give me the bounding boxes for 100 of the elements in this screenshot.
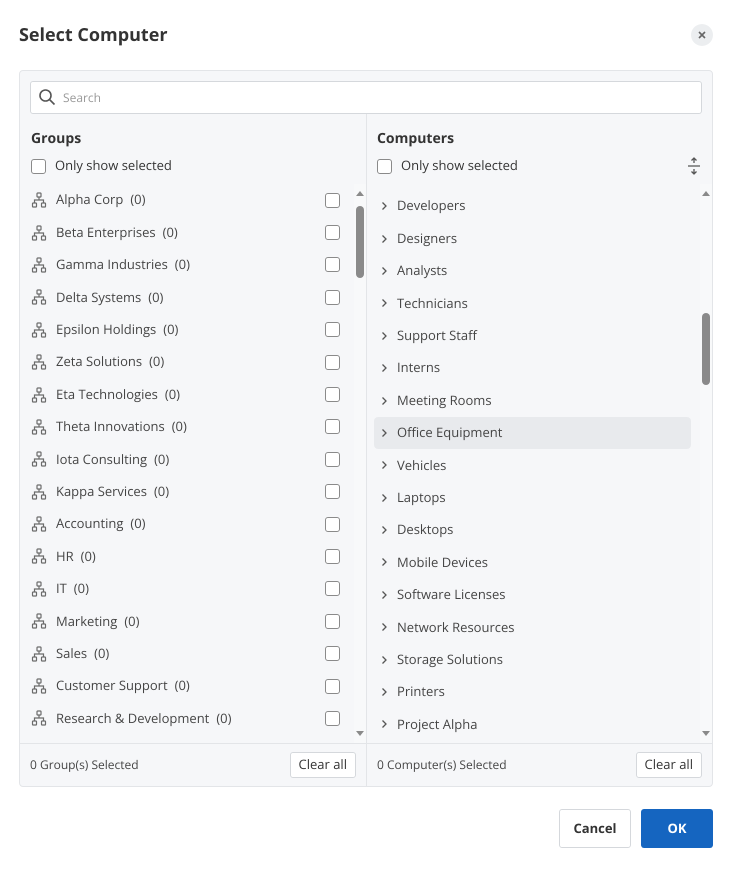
chevron-right-icon[interactable] (380, 687, 388, 698)
computer-group-row[interactable]: Interns (374, 352, 691, 384)
chevron-right-icon[interactable] (380, 590, 388, 600)
checkbox[interactable] (325, 581, 340, 596)
group-row[interactable]: Epsilon Holdings (0) (31, 314, 340, 346)
clear-all-button[interactable]: Clear all (636, 752, 702, 778)
checkbox[interactable] (325, 354, 340, 370)
hierarchy-icon (31, 224, 47, 241)
computer-group-row[interactable]: Vehicles (374, 449, 691, 482)
close-button[interactable] (691, 24, 713, 46)
group-row[interactable]: Theta Innovations (0) (31, 410, 340, 444)
checkbox[interactable] (325, 646, 340, 662)
ok-button[interactable]: OK (641, 809, 713, 848)
computer-group-name: Mobile Devices (397, 552, 488, 572)
checkbox[interactable] (325, 387, 340, 402)
checkbox[interactable] (325, 710, 340, 726)
computer-group-row[interactable]: Designers (374, 222, 691, 255)
group-row[interactable]: Alpha Corp (0) (31, 184, 340, 216)
clear-all-button[interactable]: Clear all (290, 752, 356, 778)
computer-group-row[interactable]: Support Staff (374, 320, 691, 352)
computer-group-row[interactable]: Laptops (374, 482, 691, 514)
checkbox[interactable] (325, 225, 340, 240)
checkbox[interactable] (325, 322, 340, 338)
scrollbar-thumb[interactable] (702, 313, 710, 385)
checkbox[interactable] (325, 548, 340, 564)
scroll-down-icon[interactable] (355, 731, 365, 737)
group-row[interactable]: Zeta Solutions (0) (31, 346, 340, 378)
chevron-right-icon[interactable] (380, 654, 388, 665)
group-row[interactable]: Delta Systems (0) (31, 281, 340, 314)
search-field[interactable]: Search (30, 81, 702, 114)
group-row[interactable]: Customer Support (0) (31, 670, 340, 702)
chevron-right-icon[interactable] (380, 622, 388, 632)
group-row[interactable]: Beta Enterprises (0) (31, 216, 340, 249)
hierarchy-icon (31, 451, 47, 468)
computer-group-name: Printers (397, 682, 445, 702)
group-name: Sales (0) (56, 644, 110, 664)
chevron-right-icon[interactable] (380, 396, 388, 406)
chevron-right-icon[interactable] (380, 557, 388, 568)
collapse-expand-icon[interactable] (687, 157, 701, 175)
checkbox[interactable] (325, 192, 340, 208)
cancel-button[interactable]: Cancel (559, 809, 631, 848)
checkbox[interactable] (325, 678, 340, 694)
checkbox[interactable] (325, 452, 340, 467)
computer-group-row[interactable]: Office Equipment (374, 416, 691, 450)
chevron-right-icon[interactable] (380, 266, 388, 276)
checkbox[interactable] (325, 257, 340, 272)
group-row[interactable]: Marketing (0) (31, 605, 340, 638)
checkbox[interactable] (325, 614, 340, 629)
group-row[interactable]: Research & Development (0) (31, 702, 340, 735)
search-icon (38, 88, 56, 106)
chevron-right-icon[interactable] (380, 234, 388, 244)
checkbox[interactable] (325, 290, 340, 305)
scrollbar-thumb[interactable] (356, 206, 364, 278)
chevron-right-icon[interactable] (380, 428, 388, 438)
computer-group-row[interactable]: Printers (374, 676, 691, 708)
checkbox[interactable] (377, 158, 392, 174)
chevron-right-icon[interactable] (380, 330, 388, 341)
group-row[interactable]: Eta Technologies (0) (31, 378, 340, 411)
chevron-right-icon[interactable] (380, 460, 388, 470)
computer-group-row[interactable]: Analysts (374, 254, 691, 288)
computer-group-row[interactable]: Mobile Devices (374, 546, 691, 579)
group-row[interactable]: Sales (0) (31, 637, 340, 670)
hierarchy-icon (31, 710, 47, 726)
hierarchy-icon (31, 484, 47, 500)
checkbox[interactable] (325, 516, 340, 532)
scroll-down-icon[interactable] (701, 731, 711, 737)
computer-group-row[interactable]: Network Resources (374, 611, 691, 644)
chevron-right-icon[interactable] (380, 525, 388, 536)
group-row[interactable]: IT (0) (31, 572, 340, 606)
hierarchy-icon (31, 613, 47, 630)
computer-group-row[interactable]: Desktops (374, 514, 691, 546)
checkbox[interactable] (325, 419, 340, 434)
computer-group-name: Technicians (397, 294, 468, 314)
computer-group-row[interactable]: Storage Solutions (374, 643, 691, 676)
group-name: Research & Development (0) (56, 708, 232, 728)
checkbox[interactable] (31, 158, 46, 174)
computer-group-name: Network Resources (397, 618, 514, 638)
group-name: Marketing (0) (56, 612, 140, 632)
computer-group-row[interactable]: Software Licenses (374, 578, 691, 612)
computer-group-row[interactable]: Developers (374, 190, 691, 222)
chevron-right-icon[interactable] (380, 719, 388, 730)
chevron-right-icon[interactable] (380, 363, 388, 374)
computer-group-row[interactable]: Project Alpha (374, 708, 691, 741)
scroll-up-icon[interactable] (701, 190, 711, 196)
checkbox[interactable] (325, 484, 340, 500)
group-name: HR (0) (56, 546, 97, 566)
chevron-right-icon[interactable] (380, 201, 388, 212)
scroll-up-icon[interactable] (355, 190, 365, 196)
hierarchy-icon (31, 386, 47, 403)
group-name: Accounting (0) (56, 514, 146, 534)
chevron-right-icon[interactable] (380, 298, 388, 308)
computer-group-row[interactable]: Meeting Rooms (374, 384, 691, 417)
group-row[interactable]: Iota Consulting (0) (31, 443, 340, 476)
group-name: Kappa Services (0) (56, 482, 170, 502)
computer-group-row[interactable]: Technicians (374, 287, 691, 320)
group-row[interactable]: Gamma Industries (0) (31, 248, 340, 282)
group-row[interactable]: HR (0) (31, 540, 340, 573)
group-row[interactable]: Kappa Services (0) (31, 476, 340, 508)
group-row[interactable]: Accounting (0) (31, 508, 340, 540)
chevron-right-icon[interactable] (380, 492, 388, 503)
